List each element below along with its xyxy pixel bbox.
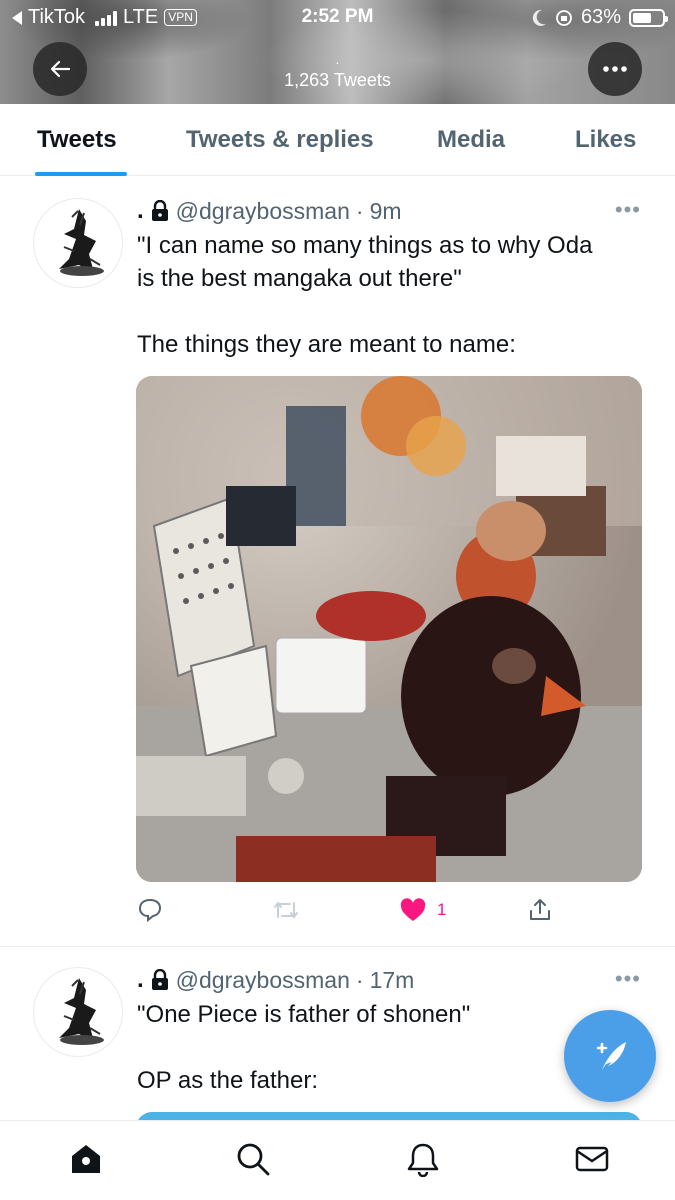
header-title: . 1,263 Tweets: [0, 51, 675, 91]
tweet-header: . @dgraybossman · 9m: [137, 197, 402, 225]
nav-search[interactable]: [233, 1139, 273, 1179]
mail-icon: [575, 1146, 609, 1172]
tweet-menu-button[interactable]: •••: [615, 966, 641, 992]
reply-button[interactable]: [137, 897, 163, 923]
nav-notifications[interactable]: [403, 1139, 443, 1179]
tweet-separator: ·: [355, 966, 364, 993]
retweet-icon: [274, 901, 298, 919]
home-icon: [72, 1145, 100, 1173]
retweet-button: [272, 897, 300, 923]
header-display-name: .: [335, 51, 340, 67]
tweet-header: . @dgraybossman · 17m: [137, 966, 414, 994]
moon-icon: [532, 9, 546, 26]
battery-tip: [665, 15, 668, 22]
more-options-button[interactable]: [588, 42, 642, 96]
tweet-time[interactable]: 17m: [370, 967, 415, 994]
tweet-text: "I can name so many things as to why Oda…: [137, 229, 642, 361]
orientation-lock-icon: [556, 9, 572, 26]
tab-media[interactable]: Media: [437, 126, 505, 154]
tweet-actions: 1: [137, 897, 557, 927]
avatar[interactable]: [33, 198, 123, 288]
bell-icon: [407, 1143, 439, 1177]
battery-percent: 63%: [580, 6, 621, 28]
share-icon: [530, 899, 550, 920]
display-name[interactable]: .: [137, 197, 144, 225]
tweet-handle[interactable]: @dgraybossman: [176, 198, 350, 225]
tweet-handle[interactable]: @dgraybossman: [176, 967, 350, 994]
status-right: 63%: [531, 6, 668, 29]
battery-fill: [633, 12, 651, 23]
tweet-text-spacer: [137, 295, 642, 328]
lock-icon: [151, 200, 168, 221]
search-icon: [237, 1143, 270, 1176]
nav-messages[interactable]: [572, 1139, 612, 1179]
bottom-navigation: [0, 1120, 675, 1200]
tweet-menu-button[interactable]: •••: [615, 197, 641, 223]
tab-tweets[interactable]: Tweets: [37, 126, 117, 154]
tweet-separator: ·: [355, 197, 364, 224]
reply-icon: [138, 898, 162, 923]
compose-quill-icon: [596, 1042, 626, 1070]
share-button[interactable]: [527, 897, 553, 923]
avatar-illustration: [59, 978, 104, 1045]
like-count: 1: [437, 900, 447, 919]
profile-tabs: Tweets Tweets & replies Media Likes: [0, 104, 675, 176]
tweet-media-image[interactable]: [136, 376, 642, 882]
tweet[interactable]: . @dgraybossman · 9m ••• "I can name so …: [0, 177, 675, 947]
nav-home[interactable]: [66, 1139, 106, 1179]
media-photo: [136, 376, 642, 882]
tweet-time[interactable]: 9m: [370, 198, 402, 225]
battery-icon: [629, 8, 668, 27]
profile-header-banner: TikTok LTE VPN 2:52 PM 63% . 1,263 Tweet…: [0, 0, 675, 104]
tweet-text-line: "I can name so many things as to why Oda: [137, 232, 593, 259]
header-tweet-count: 1,263 Tweets: [284, 70, 391, 90]
tweet-text-line: "One Piece is father of shonen": [137, 1001, 471, 1028]
tweet-text-line: The things they are meant to name:: [137, 331, 516, 358]
more-horizontal-icon: [603, 66, 627, 72]
lock-icon: [151, 969, 168, 990]
avatar[interactable]: [33, 967, 123, 1057]
active-tab-indicator: [35, 172, 127, 176]
tab-tweets-replies[interactable]: Tweets & replies: [186, 126, 374, 154]
status-bar: TikTok LTE VPN 2:52 PM 63%: [0, 0, 675, 36]
avatar-illustration: [59, 209, 104, 276]
tab-likes[interactable]: Likes: [575, 126, 636, 154]
heart-filled-icon: [400, 898, 426, 921]
tweet-text-line: is the best mangaka out there": [137, 265, 462, 292]
display-name[interactable]: .: [137, 966, 144, 994]
like-button[interactable]: 1: [399, 897, 446, 923]
compose-tweet-button[interactable]: [564, 1010, 656, 1102]
